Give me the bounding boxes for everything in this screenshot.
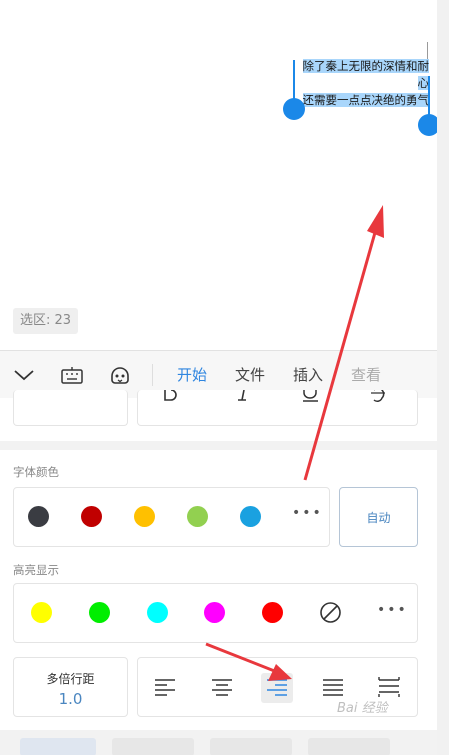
underline-icon[interactable] xyxy=(303,390,318,402)
strikethrough-icon[interactable] xyxy=(371,390,385,402)
selected-text[interactable]: 除了秦上无限的深情和耐心 还需要一点点决绝的勇气 xyxy=(293,58,429,109)
highlight-swatch-1[interactable] xyxy=(31,602,52,623)
font-color-swatch-3[interactable] xyxy=(134,506,155,527)
font-color-swatch-2[interactable] xyxy=(81,506,102,527)
font-color-swatch-1[interactable] xyxy=(28,506,49,527)
selected-line-2[interactable]: 还需要一点点决绝的勇气 xyxy=(302,93,429,107)
font-style-card xyxy=(137,390,418,426)
highlight-swatch-3[interactable] xyxy=(147,602,168,623)
selection-count-badge: 选区: 23 xyxy=(13,308,79,334)
selection-end-stem xyxy=(428,76,430,116)
bottom-chip-3[interactable] xyxy=(210,738,292,755)
font-color-swatch-card xyxy=(13,487,330,547)
selection-start-stem xyxy=(293,60,295,100)
bold-icon[interactable] xyxy=(164,390,177,401)
line-spacing-label: 多倍行距 xyxy=(46,672,95,686)
italic-icon[interactable] xyxy=(238,390,246,401)
bottom-chip-2[interactable] xyxy=(112,738,194,755)
baidu-watermark: Bai 经验 xyxy=(337,701,388,716)
highlight-swatch-5[interactable] xyxy=(262,602,283,623)
font-color-swatch-4[interactable] xyxy=(187,506,208,527)
selected-line-1[interactable]: 除了秦上无限的深情和耐心 xyxy=(302,59,429,90)
font-color-title: 字体颜色 xyxy=(13,465,59,479)
no-highlight-icon[interactable] xyxy=(319,601,342,624)
selection-start-handle[interactable] xyxy=(283,98,305,120)
align-left-icon[interactable] xyxy=(154,678,176,700)
highlight-more-icon[interactable]: ••• xyxy=(377,602,408,618)
font-color-more-icon[interactable]: ••• xyxy=(292,505,323,521)
toolbar-divider xyxy=(152,363,153,386)
bottom-chip-1[interactable] xyxy=(20,738,96,755)
font-color-auto-button[interactable]: 自动 xyxy=(339,487,418,547)
highlight-swatch-4[interactable] xyxy=(204,602,225,623)
line-spacing-value: 1.0 xyxy=(58,690,83,708)
font-size-card[interactable] xyxy=(13,390,128,426)
bottom-chip-4[interactable] xyxy=(308,738,390,755)
font-color-swatch-5[interactable] xyxy=(240,506,261,527)
document-canvas[interactable]: 除了秦上无限的深情和耐心 还需要一点点决绝的勇气 选区: 23 xyxy=(0,0,440,350)
align-center-icon[interactable] xyxy=(211,678,233,700)
screen: 除了秦上无限的深情和耐心 还需要一点点决绝的勇气 选区: 23 开始 文件 插入… xyxy=(0,0,449,755)
align-right-icon[interactable] xyxy=(261,673,293,703)
highlight-title: 高亮显示 xyxy=(13,563,59,577)
highlight-swatch-2[interactable] xyxy=(89,602,110,623)
font-style-panel xyxy=(0,390,437,441)
line-spacing-card[interactable]: 多倍行距 1.0 xyxy=(13,657,128,717)
right-edge-strip xyxy=(437,0,449,755)
